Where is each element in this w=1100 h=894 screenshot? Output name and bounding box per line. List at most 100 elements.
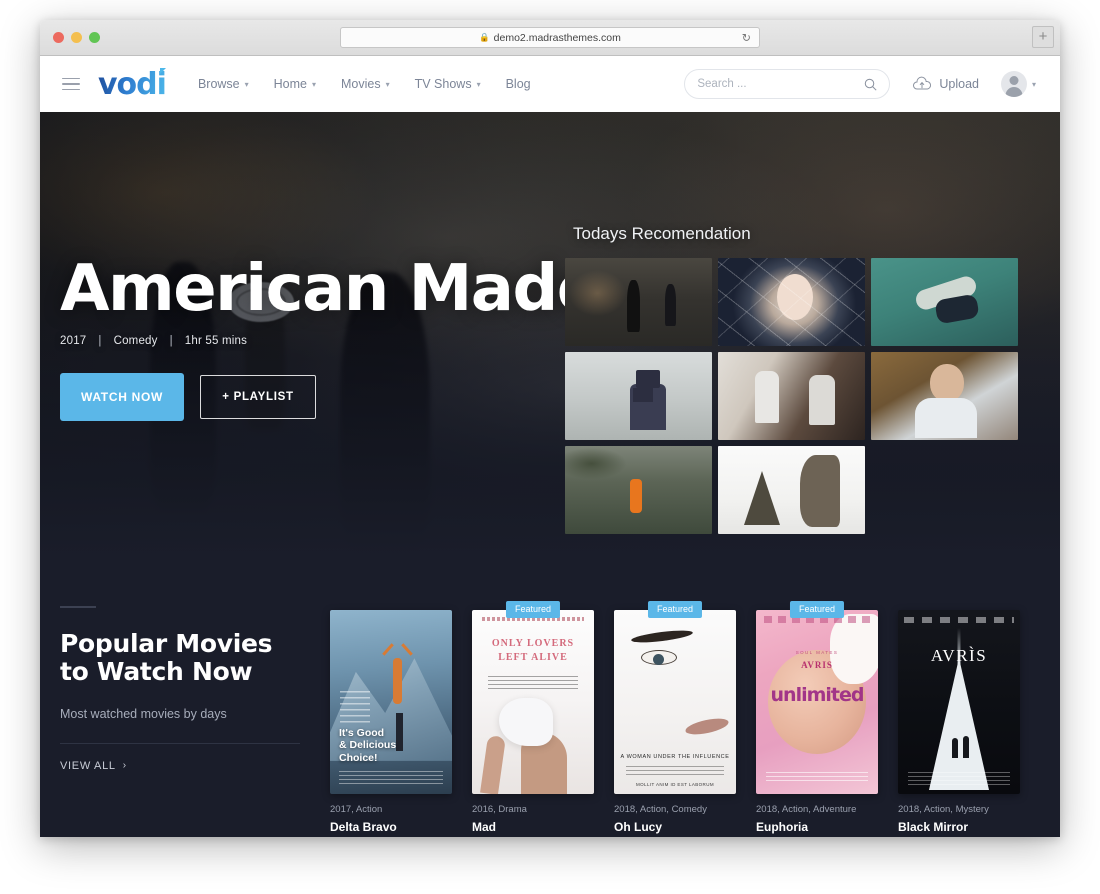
- featured-badge: Featured: [789, 601, 845, 618]
- poster-kicker: SOUL MATES: [795, 650, 839, 655]
- nav-item-tv-shows[interactable]: TV Shows ▾: [415, 77, 481, 91]
- recommendation-thumb-2[interactable]: [718, 258, 865, 346]
- poster-fineprint-decor: [488, 676, 578, 692]
- watch-now-button[interactable]: WATCH NOW: [60, 373, 184, 421]
- site-logo[interactable]: vodi: [98, 67, 167, 102]
- site-header: vodi Browse ▾ Home ▾ Movies ▾ TV Shows ▾…: [40, 56, 1060, 112]
- nav-label-blog: Blog: [505, 77, 531, 91]
- chevron-down-icon: ▾: [1031, 79, 1036, 89]
- search-input[interactable]: [697, 78, 865, 90]
- nav-label-home: Home: [273, 77, 307, 91]
- chevron-right-icon: ›: [122, 760, 127, 771]
- poster-fineprint-decor: [766, 772, 868, 784]
- view-all-link[interactable]: VIEW ALL ›: [60, 760, 127, 772]
- hero-genre: Comedy: [113, 335, 158, 347]
- poster-title: A WOMAN UNDER THE INFLUENCE: [620, 754, 730, 760]
- search-box[interactable]: [684, 69, 891, 99]
- movie-poster-euphoria[interactable]: SOUL MATES AVRIS unlimited: [756, 610, 878, 794]
- close-window-button[interactable]: [53, 32, 64, 43]
- poster-brand: AVRÌS: [930, 646, 988, 665]
- upload-button[interactable]: Upload: [912, 76, 979, 92]
- poster-topline-decor: [904, 617, 1014, 623]
- new-tab-button[interactable]: +: [1032, 26, 1054, 48]
- movie-card[interactable]: Featured SOUL MATES AVRIS unlimited 2018…: [756, 601, 878, 834]
- hero-banner: American Made 2017 | Comedy | 1hr 55 min…: [40, 112, 1060, 558]
- movie-card[interactable]: Featured A WOMAN UNDER THE INFLUENCE MOL…: [614, 601, 736, 834]
- recommendation-thumb-3[interactable]: [871, 258, 1018, 346]
- poster-art-decor: [951, 738, 958, 758]
- search-icon[interactable]: [864, 78, 877, 91]
- poster-art-decor: [480, 735, 507, 794]
- popular-movies-section: Popular Movies to Watch Now Most watched…: [40, 558, 1060, 837]
- hamburger-icon[interactable]: [62, 74, 80, 95]
- recommendation-thumb-empty: [871, 446, 1018, 534]
- movie-poster-oh-lucy[interactable]: A WOMAN UNDER THE INFLUENCE MOLLIT ANIM …: [614, 610, 736, 794]
- main-navigation: Browse ▾ Home ▾ Movies ▾ TV Shows ▾ Blog: [198, 77, 531, 91]
- poster-art-decor: [393, 657, 403, 704]
- add-to-playlist-button[interactable]: + PLAYLIST: [200, 375, 316, 419]
- movie-title: Black Mirror: [898, 820, 969, 834]
- movie-card[interactable]: AVRÌS 2018, Action, Mystery Black Mirror: [898, 610, 1020, 834]
- recommendation-thumb-4[interactable]: [565, 352, 712, 440]
- address-bar[interactable]: 🔒 demo2.madrasthemes.com ↻: [340, 27, 760, 48]
- nav-item-blog[interactable]: Blog: [506, 77, 531, 91]
- popular-movies-title: Popular Movies to Watch Now: [60, 628, 300, 687]
- minimize-window-button[interactable]: [71, 32, 82, 43]
- nav-item-home[interactable]: Home ▾: [274, 77, 316, 91]
- header-actions: Upload ▾: [684, 69, 1036, 99]
- address-bar-url: demo2.madrasthemes.com: [493, 31, 621, 44]
- section-rule: [60, 606, 96, 608]
- reload-icon[interactable]: ↻: [742, 31, 751, 44]
- movie-title: Delta Bravo: [330, 820, 397, 834]
- movie-card[interactable]: Featured ONLY LOVERS LEFT ALIVE 2016, Dr…: [472, 601, 594, 834]
- movie-title: Euphoria: [756, 820, 809, 834]
- recommendation-thumb-6[interactable]: [871, 352, 1018, 440]
- recommendation-grid: [565, 258, 1040, 534]
- movie-card[interactable]: It's Good & Delicious Choice! 2017, Action…: [330, 610, 452, 834]
- nav-label-movies: Movies: [341, 77, 381, 91]
- upload-label: Upload: [939, 77, 979, 91]
- hero-meta-separator: |: [169, 335, 173, 347]
- nav-item-movies[interactable]: Movies ▾: [341, 77, 390, 91]
- recommendation-thumb-1[interactable]: [565, 258, 712, 346]
- chevron-down-icon: ▾: [244, 79, 249, 89]
- movie-poster-delta-bravo[interactable]: It's Good & Delicious Choice!: [330, 610, 452, 794]
- poster-art-decor: [630, 628, 694, 645]
- todays-recommendation: Todays Recomendation: [565, 224, 1040, 534]
- browser-chrome-bar: 🔒 demo2.madrasthemes.com ↻ +: [40, 20, 1060, 56]
- chevron-down-icon: ▾: [385, 79, 390, 89]
- movie-title: Mad: [472, 820, 496, 834]
- window-controls[interactable]: [53, 32, 100, 43]
- nav-label-browse: Browse: [197, 77, 240, 91]
- hero-duration: 1hr 55 mins: [184, 335, 248, 347]
- movie-poster-black-mirror[interactable]: AVRÌS: [898, 610, 1020, 794]
- poster-credits-decor: [340, 690, 370, 723]
- poster-art-decor: [830, 614, 878, 684]
- featured-badge: Featured: [647, 601, 703, 618]
- movie-year-genre: 2018, Action, Mystery: [898, 804, 989, 815]
- movie-year-genre: 2018, Action, Comedy: [614, 804, 707, 815]
- recommendation-thumb-5[interactable]: [718, 352, 865, 440]
- recommendation-thumb-8[interactable]: [718, 446, 865, 534]
- chevron-down-icon: ▾: [476, 79, 481, 89]
- poster-art-decor: [683, 715, 730, 738]
- chevron-down-icon: ▾: [311, 79, 316, 89]
- movie-year-genre: 2017, Action: [330, 804, 383, 815]
- poster-art-decor: [498, 698, 553, 747]
- poster-fineprint-decor: [626, 766, 724, 778]
- poster-big-title: unlimited: [770, 684, 865, 706]
- poster-credit: MOLLIT ANIM ID EST LABORUM: [636, 782, 714, 787]
- recommendation-thumb-7[interactable]: [565, 446, 712, 534]
- movie-poster-mad[interactable]: ONLY LOVERS LEFT ALIVE: [472, 610, 594, 794]
- popular-title-line-1: Popular Movies: [60, 628, 273, 658]
- view-all-label: VIEW ALL: [60, 759, 116, 772]
- nav-item-browse[interactable]: Browse ▾: [198, 77, 249, 91]
- hero-meta-separator: |: [98, 335, 102, 347]
- popular-movies-heading-block: Popular Movies to Watch Now Most watched…: [60, 606, 330, 774]
- movie-card-list: It's Good & Delicious Choice! 2017, Action…: [330, 601, 1020, 834]
- maximize-window-button[interactable]: [89, 32, 100, 43]
- avatar: [1000, 71, 1027, 97]
- recommendation-title: Todays Recomendation: [573, 224, 751, 243]
- account-menu[interactable]: ▾: [1000, 71, 1036, 97]
- hero-content: American Made 2017 | Comedy | 1hr 55 min…: [60, 257, 600, 421]
